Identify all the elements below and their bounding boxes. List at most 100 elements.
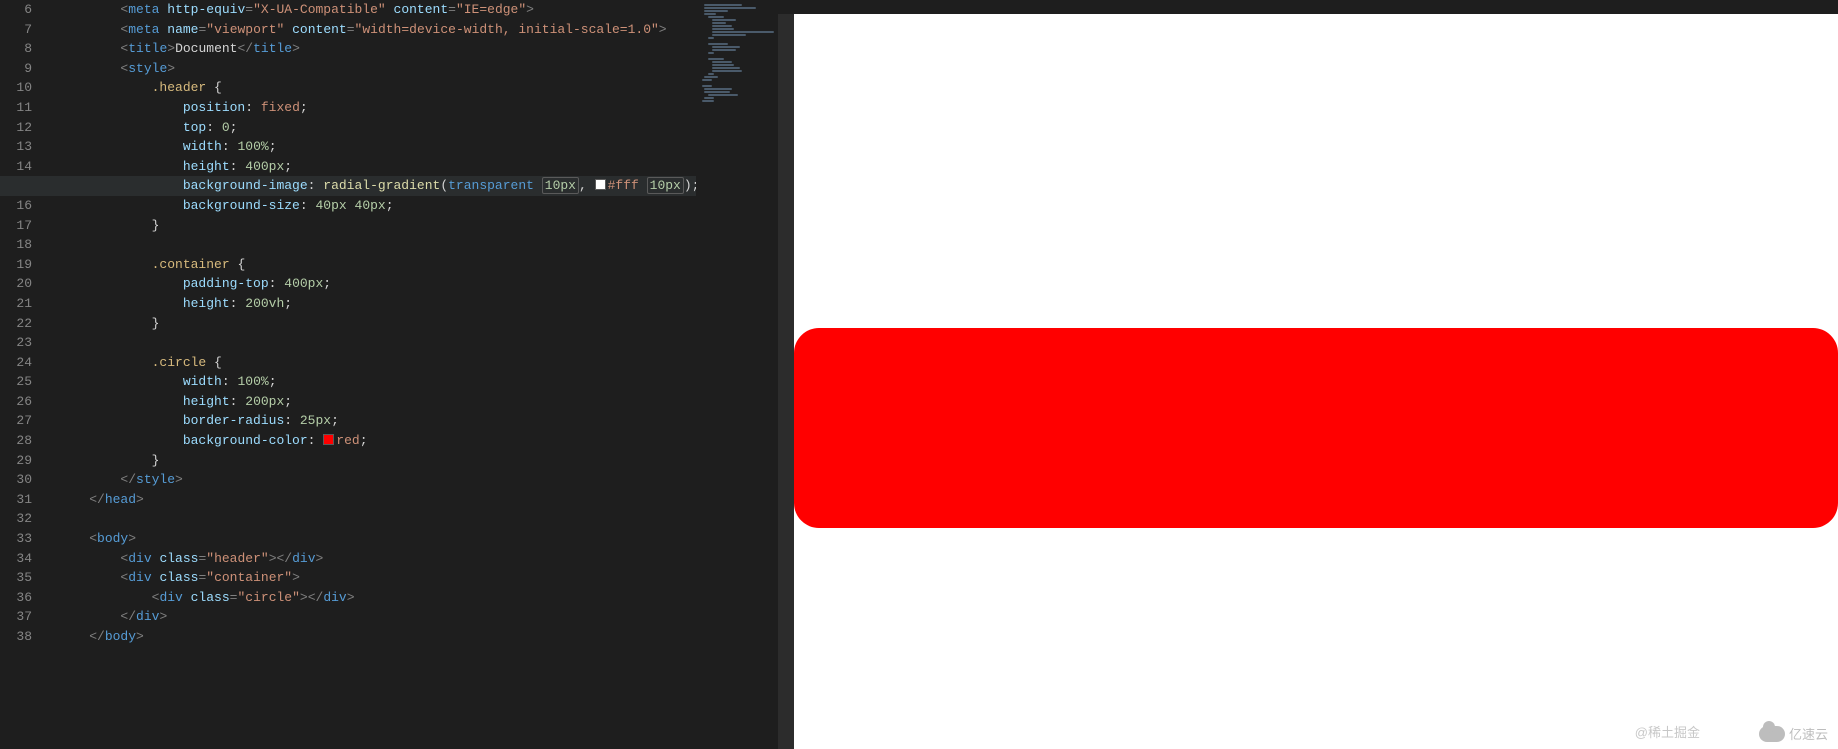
minimap-line (708, 94, 738, 96)
line-number: 20 (0, 274, 32, 294)
line-number: 6 (0, 0, 32, 20)
minimap-line (704, 97, 714, 99)
minimap-line (708, 73, 714, 75)
code-line[interactable]: <div class="header"></div> (58, 549, 696, 569)
minimap-line (712, 49, 736, 51)
minimap-line (712, 22, 726, 24)
code-line[interactable] (58, 333, 696, 353)
code-line[interactable]: position: fixed; (58, 98, 696, 118)
line-number: 14 (0, 157, 32, 177)
line-number: 16 (0, 196, 32, 216)
line-number: 21 (0, 294, 32, 314)
code-line[interactable]: background-color: red; (58, 431, 696, 451)
code-line[interactable]: <title>Document</title> (58, 39, 696, 59)
preview-toolbar (778, 0, 1838, 14)
code-line[interactable]: </style> (58, 470, 696, 490)
line-number: 11 (0, 98, 32, 118)
code-line[interactable]: .container { (58, 255, 696, 275)
minimap-line (712, 25, 732, 27)
line-number: 19 (0, 255, 32, 275)
minimap-line (708, 52, 714, 54)
minimap-line (708, 43, 728, 45)
preview-body[interactable]: @稀土掘金 亿速云 (794, 14, 1838, 749)
line-number: 30 (0, 470, 32, 490)
code-line[interactable]: height: 400px; (58, 157, 696, 177)
line-number: 23 (0, 333, 32, 353)
minimap-line (704, 7, 756, 9)
line-number: 12 (0, 118, 32, 138)
code-line[interactable]: height: 200vh; (58, 294, 696, 314)
line-number: 8 (0, 39, 32, 59)
minimap-line (704, 10, 728, 12)
line-number: 32 (0, 509, 32, 529)
minimap-line (712, 67, 740, 69)
code-line[interactable]: <div class="circle"></div> (58, 588, 696, 608)
code-area[interactable]: <meta http-equiv="X-UA-Compatible" conte… (58, 0, 696, 749)
code-line[interactable]: padding-top: 400px; (58, 274, 696, 294)
code-line[interactable]: top: 0; (58, 118, 696, 138)
minimap-line (712, 64, 734, 66)
watermark-juejin: @稀土掘金 (1635, 722, 1700, 741)
code-line[interactable]: <div class="container"> (58, 568, 696, 588)
minimap-line (702, 100, 714, 102)
code-line[interactable]: </body> (58, 627, 696, 647)
line-number: 27 (0, 411, 32, 431)
code-line[interactable]: <meta name="viewport" content="width=dev… (58, 20, 696, 40)
preview-circle-element (794, 328, 1838, 528)
minimap-line (704, 76, 718, 78)
line-number: 13 (0, 137, 32, 157)
minimap-line (712, 46, 740, 48)
minimap[interactable] (696, 0, 778, 749)
code-line[interactable]: <body> (58, 529, 696, 549)
line-number: 22 (0, 314, 32, 334)
watermark-yisu: 亿速云 (1759, 724, 1828, 743)
code-line[interactable]: </div> (58, 607, 696, 627)
line-number: 36 (0, 588, 32, 608)
minimap-line (702, 79, 712, 81)
line-number: 29 (0, 451, 32, 471)
code-line[interactable]: <meta http-equiv="X-UA-Compatible" conte… (58, 0, 696, 20)
line-number: 28 (0, 431, 32, 451)
line-number: 33 (0, 529, 32, 549)
code-line[interactable]: border-radius: 25px; (58, 411, 696, 431)
code-line[interactable]: height: 200px; (58, 392, 696, 412)
code-line[interactable] (58, 509, 696, 529)
code-line[interactable]: background-size: 40px 40px; (58, 196, 696, 216)
line-number: 7 (0, 20, 32, 40)
code-line[interactable]: <style> (58, 59, 696, 79)
minimap-line (704, 91, 730, 93)
minimap-line (712, 31, 774, 33)
code-line[interactable]: .circle { (58, 353, 696, 373)
line-number: 31 (0, 490, 32, 510)
code-line[interactable]: .header { (58, 78, 696, 98)
watermark-yisu-text: 亿速云 (1789, 724, 1828, 743)
minimap-line (708, 16, 724, 18)
code-line[interactable]: } (58, 451, 696, 471)
code-line[interactable]: </head> (58, 490, 696, 510)
code-line[interactable]: background-image: radial-gradient(transp… (0, 176, 696, 196)
line-number: 9 (0, 59, 32, 79)
minimap-line (712, 28, 734, 30)
line-number: 24 (0, 353, 32, 373)
code-editor-pane[interactable]: 6789101112131415161718192021222324252627… (0, 0, 696, 749)
line-number: 37 (0, 607, 32, 627)
code-line[interactable]: width: 100%; (58, 137, 696, 157)
code-line[interactable]: } (58, 314, 696, 334)
preview-header-mask (794, 14, 1838, 328)
minimap-line (712, 34, 746, 36)
minimap-line (708, 58, 724, 60)
line-number: 17 (0, 216, 32, 236)
minimap-line (704, 4, 742, 6)
minimap-line (712, 70, 742, 72)
line-number: 10 (0, 78, 32, 98)
line-number: 38 (0, 627, 32, 647)
line-number: 25 (0, 372, 32, 392)
minimap-line (712, 19, 736, 21)
code-line[interactable]: width: 100%; (58, 372, 696, 392)
code-line[interactable] (58, 235, 696, 255)
minimap-line (704, 88, 732, 90)
line-number-gutter: 6789101112131415161718192021222324252627… (0, 0, 48, 749)
code-line[interactable]: } (58, 216, 696, 236)
preview-pane: @稀土掘金 亿速云 (778, 0, 1838, 749)
minimap-line (704, 13, 716, 15)
